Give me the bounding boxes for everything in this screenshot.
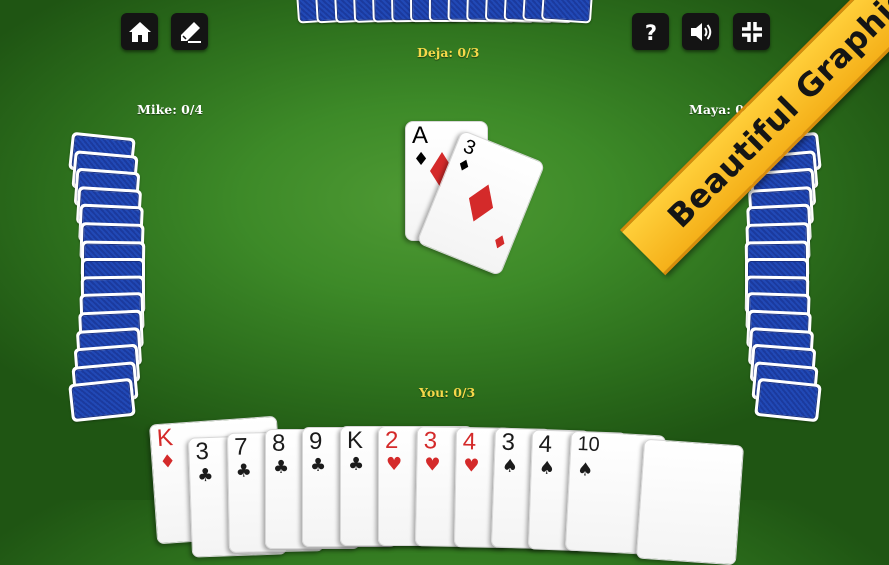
card-suit: ♣ xyxy=(310,455,327,476)
card-suit: ♦ xyxy=(158,450,177,473)
card-rank: 4 xyxy=(462,428,477,456)
trick-card-rank: A xyxy=(412,122,429,149)
trick-card-suit: ♦ xyxy=(413,149,430,170)
card-rank: 8 xyxy=(272,430,286,457)
trick-card-suit: ♦ xyxy=(453,153,475,177)
card-suit: ♥ xyxy=(386,454,403,475)
home-button[interactable] xyxy=(121,13,158,50)
card-back xyxy=(68,378,136,423)
score-you: You: 0/3 xyxy=(419,385,476,400)
card-suit: ♠ xyxy=(538,457,556,480)
card-rank: 3 xyxy=(501,428,516,457)
card-rank: 3 xyxy=(194,437,210,466)
score-mike: Mike: 0/4 xyxy=(137,102,204,117)
fullscreen-button[interactable] xyxy=(733,13,770,50)
help-button[interactable]: ? xyxy=(632,13,669,50)
card-back xyxy=(754,378,822,423)
card-suit: ♠ xyxy=(576,458,594,481)
card-suit: ♣ xyxy=(196,464,214,487)
collapse-icon xyxy=(741,21,762,42)
hand-card[interactable] xyxy=(635,438,745,565)
card-suit: ♥ xyxy=(463,455,480,477)
card-rank: 3 xyxy=(423,427,438,455)
card-back xyxy=(540,0,596,24)
card-rank: 9 xyxy=(309,428,323,455)
score-deja: Deja: 0/3 xyxy=(417,45,480,60)
card-rank: 4 xyxy=(538,430,553,459)
card-rank: K xyxy=(347,427,364,454)
edit-button[interactable] xyxy=(171,13,208,50)
help-icon: ? xyxy=(644,21,656,45)
diamond-pip-icon xyxy=(461,180,500,227)
card-rank: K xyxy=(156,424,174,453)
diamond-pip-icon xyxy=(493,234,508,251)
svg-text:?: ? xyxy=(644,21,656,45)
card-suit: ♣ xyxy=(348,454,365,475)
card-rank: 7 xyxy=(233,433,248,461)
card-rank: 2 xyxy=(385,427,399,454)
card-suit: ♣ xyxy=(273,457,290,478)
card-suit: ♠ xyxy=(501,455,519,478)
card-suit: ♥ xyxy=(424,454,441,476)
pencil-icon xyxy=(180,21,201,43)
home-icon xyxy=(128,21,151,42)
speaker-icon xyxy=(690,22,711,41)
card-rank: 10 xyxy=(576,432,601,457)
sound-button[interactable] xyxy=(682,13,719,50)
card-suit: ♣ xyxy=(235,460,252,482)
